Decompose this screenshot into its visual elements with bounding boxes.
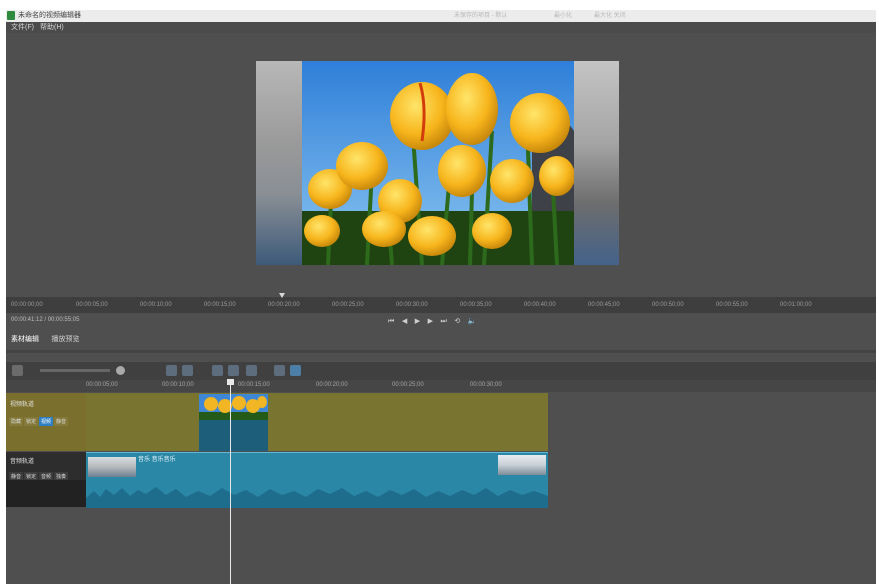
- timeline-tick: 00:00:10;00: [162, 382, 194, 388]
- window-title: 未命名的视频编辑器: [18, 12, 81, 19]
- video-lock-button[interactable]: 锁定: [24, 417, 39, 426]
- tab-clip-edit[interactable]: 素材编辑: [11, 334, 39, 344]
- timeline-tick: 00:00:05;00: [86, 382, 118, 388]
- timeline-ruler[interactable]: 00:00:05;00 00:00:10;00 00:00:15;00 00:0…: [6, 380, 876, 392]
- ruler-tick: 00:00:30;00: [396, 302, 428, 308]
- track-header-empty: [6, 480, 86, 507]
- transport-controls: ⏮ ◀ ▶ ▶ ⏭ ⟲ 🔈: [388, 315, 481, 325]
- minimize-button[interactable]: 最小化: [554, 11, 572, 21]
- ruler-tick: 00:00:50;00: [652, 302, 684, 308]
- preview-left-frame: [256, 61, 302, 265]
- menu-file[interactable]: 文件(F): [11, 22, 34, 33]
- tulips-image: [302, 61, 574, 265]
- ruler-tick: 00:00:15;00: [204, 302, 236, 308]
- redo-icon[interactable]: [182, 365, 193, 376]
- preview-tabs: 素材编辑 播放预览: [11, 333, 90, 344]
- video-track-buttons: 隐藏 锁定 视频 静音: [9, 415, 69, 426]
- video-track[interactable]: [86, 393, 548, 451]
- timeline-tick: 00:00:15;00: [238, 382, 270, 388]
- ruler-tick: 00:01:00;00: [780, 302, 812, 308]
- zoom-slider[interactable]: [40, 369, 110, 372]
- split-icon[interactable]: [212, 365, 223, 376]
- loop-icon[interactable]: ⟲: [454, 317, 460, 327]
- go-start-icon[interactable]: ⏮: [388, 317, 394, 327]
- video-track-label: 视频轨道: [10, 402, 35, 408]
- snap-icon[interactable]: [274, 365, 285, 376]
- ruler-tick: 00:00:10;00: [140, 302, 172, 308]
- go-end-icon[interactable]: ⏭: [441, 317, 447, 327]
- tab-playback-preview[interactable]: 播放预览: [52, 334, 80, 344]
- undo-icon[interactable]: [166, 365, 177, 376]
- magnet-icon[interactable]: [290, 365, 301, 376]
- video-hide-button[interactable]: 隐藏: [9, 417, 24, 426]
- menu-bar: 文件(F) 帮助(H): [6, 22, 876, 33]
- playhead-line[interactable]: [230, 382, 231, 584]
- ruler-tick: 00:00:45;00: [588, 302, 620, 308]
- timecode-display: 00:00:41:12 / 00:00:55;05: [11, 317, 79, 323]
- timeline-tick: 00:00:30;00: [470, 382, 502, 388]
- timeline-tick: 00:00:25;00: [392, 382, 424, 388]
- timeline-toolbar: [6, 362, 876, 380]
- app-window: 未命名的视频编辑器 未保存的项目 - 默认 最小化 最大化 关闭 文件(F) 帮…: [6, 10, 876, 584]
- total-timecode: 00:00:55;05: [47, 317, 80, 323]
- volume-icon[interactable]: 🔈: [468, 317, 477, 327]
- video-clip-thumbnail: [199, 394, 268, 420]
- video-mute-button[interactable]: 静音: [54, 417, 69, 426]
- title-bar: 未命名的视频编辑器 未保存的项目 - 默认 最小化 最大化 关闭: [6, 10, 876, 22]
- video-clip[interactable]: [199, 394, 268, 451]
- ruler-tick: 00:00:25;00: [332, 302, 364, 308]
- video-preview[interactable]: [256, 61, 619, 265]
- ruler-tick: 00:00:00;00: [11, 302, 43, 308]
- delete-icon[interactable]: [228, 365, 239, 376]
- window-controls[interactable]: 最大化 关闭: [594, 11, 626, 21]
- panel-divider[interactable]: [6, 350, 876, 353]
- zoom-slider-knob[interactable]: [116, 366, 125, 375]
- play-icon[interactable]: ▶: [415, 317, 420, 327]
- video-track-header: 视频轨道 隐藏 锁定 视频 静音: [6, 393, 86, 451]
- ruler-tick: 00:00:40;00: [524, 302, 556, 308]
- prev-frame-icon[interactable]: ◀: [402, 317, 407, 327]
- preview-position-marker[interactable]: [279, 293, 285, 298]
- ruler-tick: 00:00:05;00: [76, 302, 108, 308]
- ruler-tick: 00:00:55;00: [716, 302, 748, 308]
- timeline-tick: 00:00:20;00: [316, 382, 348, 388]
- preview-timeline-ruler[interactable]: 00:00:00;00 00:00:05;00 00:00:10;00 00:0…: [6, 293, 876, 313]
- audio-waveform: [86, 487, 548, 508]
- preview-right-frame: [574, 61, 619, 265]
- menu-help[interactable]: 帮助(H): [40, 22, 64, 33]
- project-status: 未保存的项目 - 默认: [454, 13, 508, 19]
- zoom-out-icon[interactable]: [12, 365, 23, 376]
- crop-icon[interactable]: [246, 365, 257, 376]
- ruler-tick: 00:00:20;00: [268, 302, 300, 308]
- video-button[interactable]: 视频: [39, 417, 54, 426]
- ruler-tick: 00:00:35;00: [460, 302, 492, 308]
- app-icon: [7, 11, 15, 20]
- audio-track[interactable]: 音乐 音乐音乐: [86, 452, 548, 508]
- audio-track-label: 音频轨道: [10, 459, 35, 465]
- next-frame-icon[interactable]: ▶: [428, 317, 433, 327]
- current-timecode: 00:00:41:12: [11, 317, 43, 323]
